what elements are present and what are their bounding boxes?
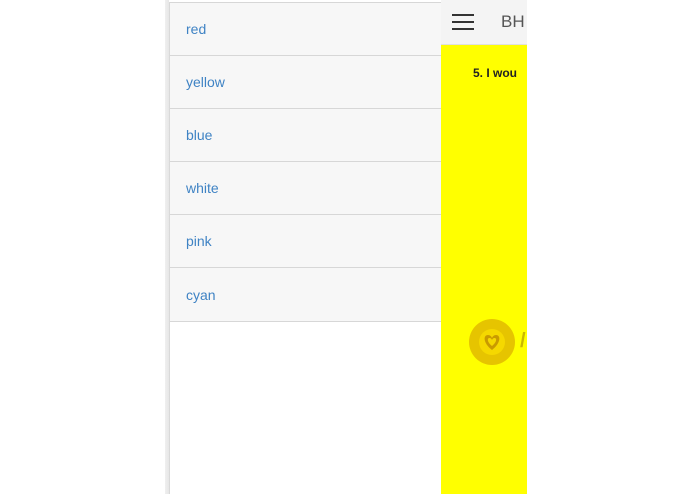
- right-blank-area: [527, 0, 695, 494]
- navigation-drawer: red yellow blue white pink cyan: [169, 2, 441, 494]
- menu-item-cyan[interactable]: cyan: [170, 267, 441, 322]
- heart-icon[interactable]: [469, 319, 515, 365]
- question-text: 5. I wou: [473, 66, 518, 80]
- menu-item-label: cyan: [186, 286, 216, 303]
- menu-item-pink[interactable]: pink: [170, 214, 441, 267]
- menu-item-label: yellow: [186, 74, 225, 90]
- heart-label: /: [520, 330, 526, 352]
- hamburger-menu-icon[interactable]: [452, 14, 474, 30]
- menu-item-label: red: [186, 21, 207, 37]
- menu-item-label: white: [186, 180, 219, 196]
- app-title: BH: [501, 12, 525, 31]
- menu-item-label: pink: [186, 233, 212, 249]
- menu-item-yellow[interactable]: yellow: [170, 55, 441, 108]
- app-header: BH: [441, 0, 527, 45]
- main-app-panel: BH 5. I wou /: [441, 0, 527, 494]
- screen: red yellow blue white pink cyan BH 5. I …: [0, 0, 695, 494]
- menu-item-white[interactable]: white: [170, 161, 441, 214]
- menu-item-label: blue: [186, 127, 213, 143]
- menu-item-red[interactable]: red: [170, 2, 441, 55]
- color-menu-list: red yellow blue white pink cyan: [170, 2, 441, 322]
- menu-item-blue[interactable]: blue: [170, 108, 441, 161]
